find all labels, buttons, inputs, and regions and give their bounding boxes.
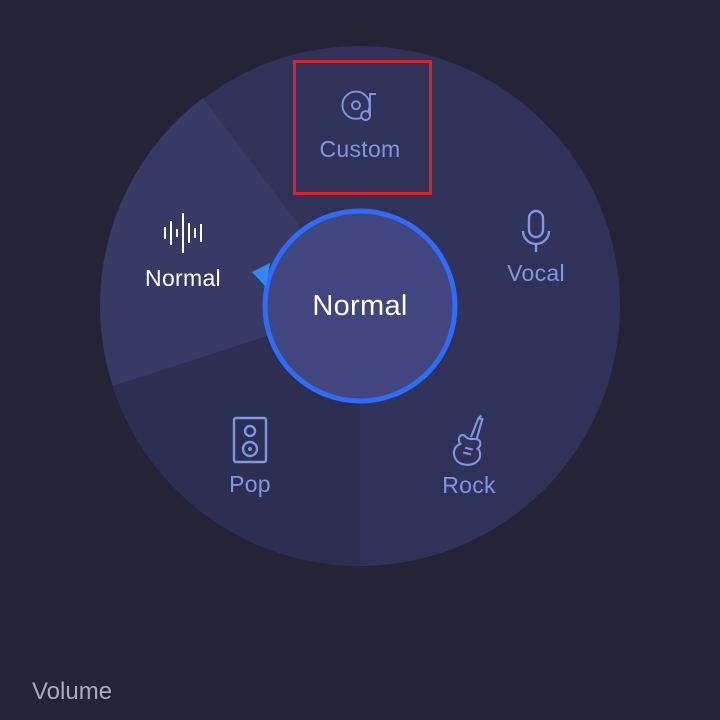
center-preset-button[interactable]: Normal [263,209,457,403]
preset-label-normal: Normal [145,265,221,291]
preset-normal[interactable]: Normal [113,211,253,311]
preset-label-rock: Rock [442,472,496,498]
center-preset-label: Normal [312,289,408,322]
preset-rock[interactable]: Rock [399,413,539,513]
sound-preset-screen: Custom Vocal Rock Pop Normal Normal Volu… [0,0,720,720]
preset-label-vocal: Vocal [507,260,565,286]
microphone-icon [516,209,556,259]
preset-pop[interactable]: Pop [180,416,320,516]
preset-vocal[interactable]: Vocal [466,209,606,309]
electric-guitar-icon [449,413,489,466]
speaker-icon [230,416,270,466]
highlight-box [293,60,432,195]
volume-label[interactable]: Volume [32,676,112,708]
waveform-icon [163,211,203,261]
preset-label-pop: Pop [229,471,271,497]
